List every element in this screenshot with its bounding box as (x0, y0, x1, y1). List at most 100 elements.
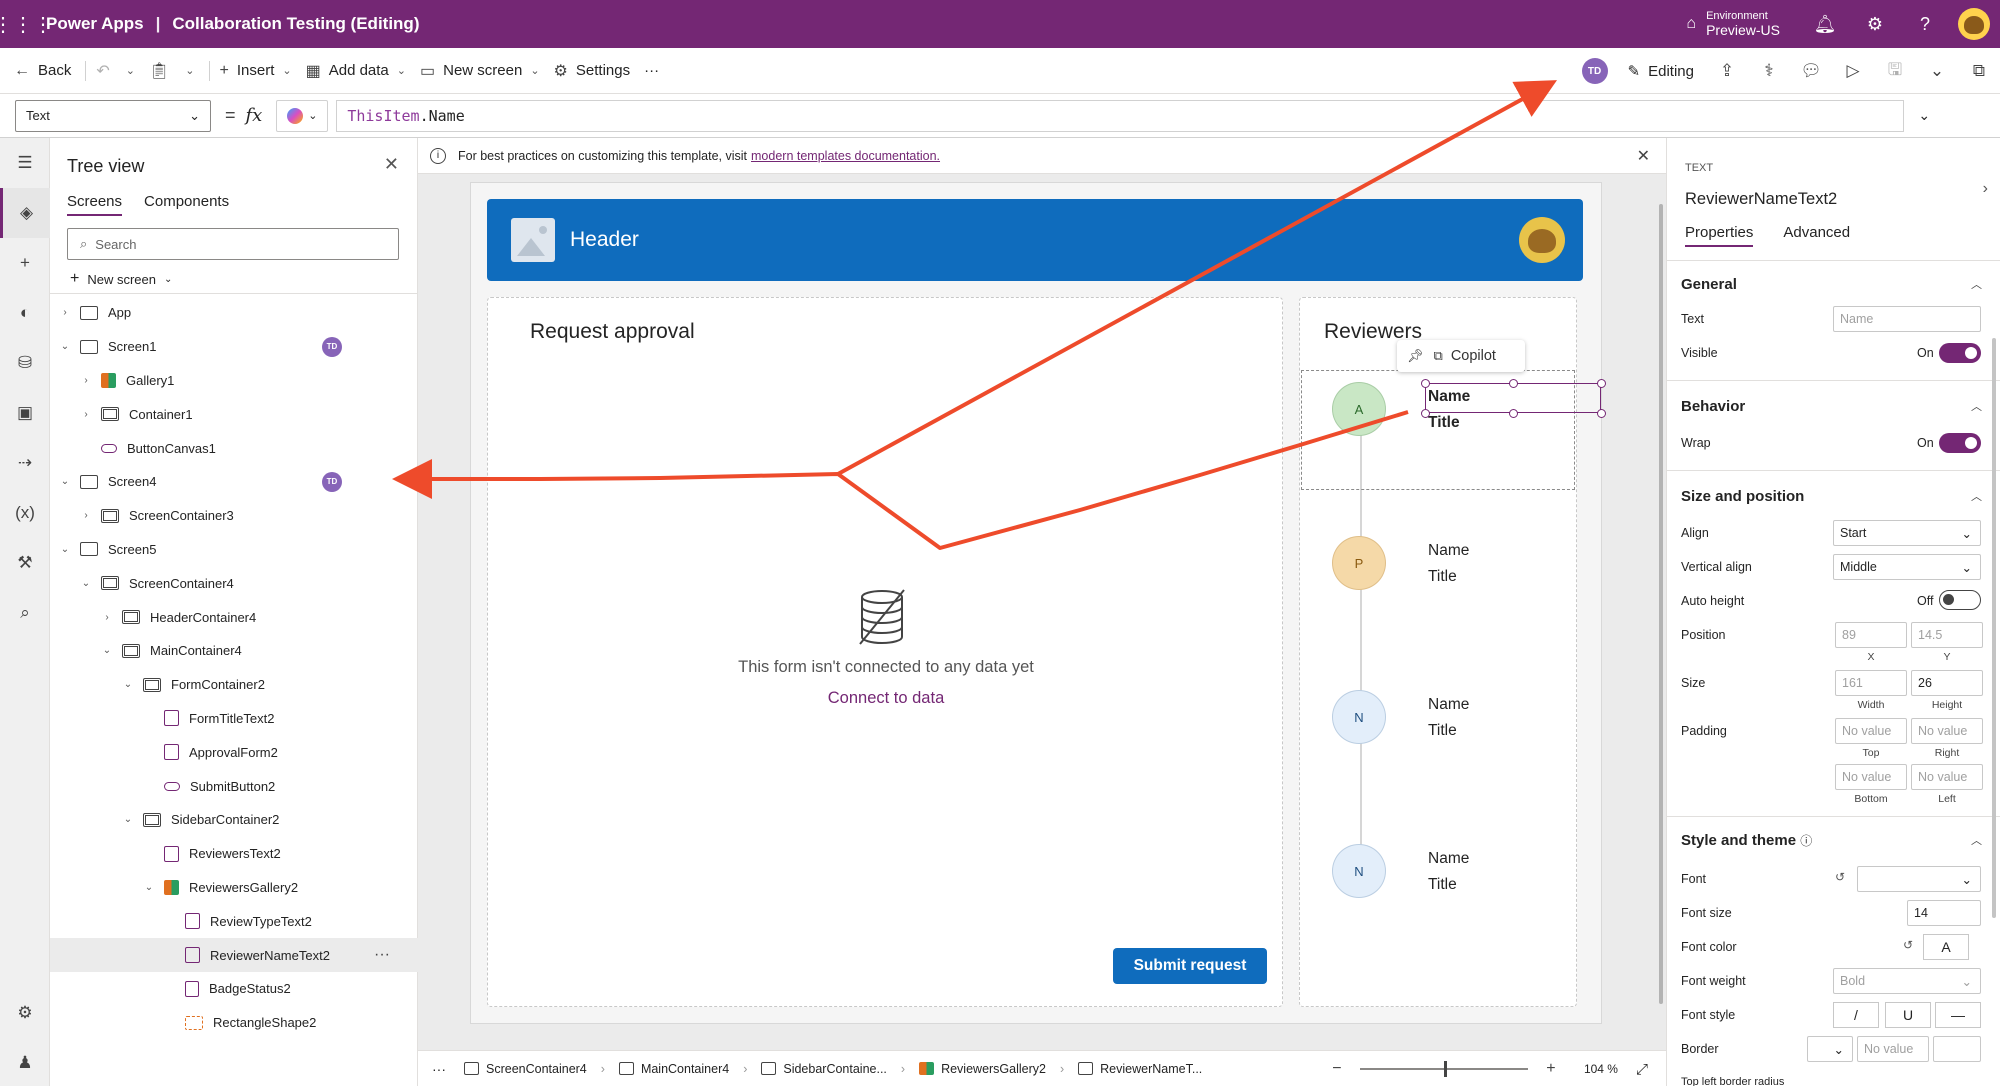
tab-screens[interactable]: Screens (67, 193, 123, 216)
settings-gear-icon[interactable]: ⚙ (1850, 14, 1900, 35)
search-icon[interactable]: ⌕ (0, 588, 50, 638)
padding-top-input[interactable]: No value (1835, 718, 1907, 744)
tree-item[interactable]: ⌄ ScreenContainer4 (50, 566, 418, 600)
chevron-down-icon[interactable]: ⌄ (121, 814, 135, 825)
border-width-input[interactable]: No value (1857, 1036, 1929, 1062)
hamburger-menu-icon[interactable]: ☰ (0, 138, 50, 188)
chevron-down-icon[interactable]: ⌄ (142, 882, 156, 893)
tree-item[interactable]: ⌄ Screen4 TD (50, 465, 418, 499)
expand-formula-icon[interactable]: ⌄ (1918, 107, 1930, 124)
properties-scrollbar[interactable] (1992, 338, 1996, 918)
tree-item[interactable]: ⌄ FormContainer2 (50, 668, 418, 702)
tree-item[interactable]: ⌄ Screen1 TD (50, 330, 418, 364)
border-color-picker[interactable] (1933, 1036, 1981, 1062)
editing-mode-button[interactable]: ✎ Editing (1628, 62, 1694, 81)
chevron-up-icon[interactable]: ︿ (1971, 276, 1982, 292)
canvas-vertical-scrollbar[interactable] (1656, 174, 1666, 1044)
resize-handle[interactable] (1421, 379, 1430, 388)
font-size-input[interactable]: 14 (1907, 900, 1981, 926)
italic-button[interactable]: / (1833, 1002, 1879, 1028)
tree-item[interactable]: RectangleShape2 (50, 1006, 418, 1040)
section-style-theme[interactable]: Style and theme ⓘ (1681, 832, 1812, 849)
back-button[interactable]: ← Back (14, 62, 71, 80)
publish-icon[interactable]: ⧉ (1958, 61, 2000, 81)
breadcrumb-item[interactable]: MainContainer4 (618, 1062, 729, 1076)
position-x-input[interactable]: 89 (1835, 622, 1907, 648)
tree-item[interactable]: › Container1 (50, 397, 418, 431)
chevron-right-icon[interactable]: › (58, 307, 72, 318)
chevron-up-icon[interactable]: ︿ (1971, 488, 1982, 504)
wrap-toggle[interactable] (1939, 433, 1981, 453)
border-style-dropdown[interactable]: ⌄ (1807, 1036, 1853, 1062)
environment-picker[interactable]: ⌂ Environment Preview-US (1686, 10, 1780, 39)
reset-icon[interactable]: ↺ (1835, 870, 1845, 884)
tree-item[interactable]: › Gallery1 (50, 364, 418, 398)
play-icon[interactable]: ▷ (1832, 61, 1874, 81)
tree-search-input[interactable]: ⌕ Search (67, 228, 399, 260)
font-weight-dropdown[interactable]: Bold ⌄ (1833, 968, 1981, 994)
connect-to-data-link[interactable]: Connect to data (488, 689, 1284, 708)
tree-item[interactable]: ReviewerNameText2 ··· (50, 938, 418, 972)
tab-properties[interactable]: Properties (1685, 224, 1754, 247)
zoom-out-icon[interactable]: − (1322, 1060, 1352, 1078)
zoom-slider-thumb[interactable] (1443, 1061, 1447, 1077)
copilot-formula-button[interactable]: ⌄ (276, 99, 329, 132)
advanced-tools-icon[interactable]: ⚒ (0, 538, 50, 588)
tab-advanced[interactable]: Advanced (1783, 224, 1850, 247)
align-dropdown[interactable]: Start ⌄ (1833, 520, 1981, 546)
tree-item[interactable]: BadgeStatus2 (50, 972, 418, 1006)
chevron-down-icon[interactable]: ⌄ (79, 578, 93, 589)
new-screen-button[interactable]: ▭ New screen ⌄ (420, 61, 540, 81)
pin-icon[interactable]: 📌︎ (1407, 348, 1424, 364)
tree-item[interactable]: ⌄ Screen5 (50, 533, 418, 567)
position-y-input[interactable]: 14.5 (1911, 622, 1983, 648)
tab-components[interactable]: Components (144, 193, 229, 216)
tree-view-layers-icon[interactable]: ◈ (0, 188, 50, 238)
chevron-up-icon[interactable]: ︿ (1971, 832, 1982, 848)
insert-plus-icon[interactable]: + (0, 238, 50, 288)
breadcrumb-item[interactable]: ReviewersGallery2 (919, 1062, 1046, 1076)
reset-icon[interactable]: ↺ (1903, 938, 1913, 952)
app-header[interactable]: Header (487, 199, 1583, 281)
reviewer-item[interactable]: P Name Title (1332, 536, 1572, 596)
visible-toggle[interactable] (1939, 343, 1981, 363)
power-automate-icon[interactable]: ⇢ (0, 438, 50, 488)
settings-button[interactable]: ⚙ Settings (554, 61, 631, 81)
breadcrumb-more[interactable]: ··· (432, 1061, 446, 1077)
reviewers-sidebar[interactable]: Reviewers A Name Title P Name Title N Na… (1299, 297, 1606, 1007)
section-behavior[interactable]: Behavior (1681, 398, 1745, 415)
tree-item[interactable]: ReviewersText2 (50, 837, 418, 871)
copilot-pill[interactable]: 📌︎ ⧉ Copilot (1397, 340, 1525, 372)
settings-gear-icon[interactable]: ⚙ (0, 988, 50, 1038)
font-dropdown[interactable]: ⌄ (1857, 866, 1981, 892)
chevron-down-icon[interactable]: ⌄ (58, 544, 72, 555)
chevron-down-icon[interactable]: ⌄ (58, 341, 72, 352)
submit-request-button[interactable]: Submit request (1113, 948, 1267, 984)
add-data-button[interactable]: ▦ Add data ⌄ (306, 61, 406, 81)
padding-right-input[interactable]: No value (1911, 718, 1983, 744)
tree-item[interactable]: ButtonCanvas1 (50, 431, 418, 465)
close-icon[interactable]: ✕ (384, 154, 399, 175)
resize-handle[interactable] (1597, 409, 1606, 418)
resize-handle[interactable] (1597, 379, 1606, 388)
width-input[interactable]: 161 (1835, 670, 1907, 696)
text-property-input[interactable]: Name (1833, 306, 1981, 332)
chevron-right-icon[interactable]: › (79, 375, 93, 386)
tree-item[interactable]: SubmitButton2 (50, 769, 418, 803)
padding-bottom-input[interactable]: No value (1835, 764, 1907, 790)
vertical-align-dropdown[interactable]: Middle ⌄ (1833, 554, 1981, 580)
save-chevron-down-icon[interactable]: ⌄ (1916, 61, 1958, 81)
info-icon[interactable]: ⓘ (1800, 834, 1812, 848)
chevron-right-icon[interactable]: › (100, 612, 114, 623)
help-icon[interactable]: ? (1900, 14, 1950, 35)
themes-palette-icon[interactable]: ◐ (0, 288, 50, 338)
property-dropdown[interactable]: Text ⌄ (15, 99, 211, 132)
media-icon[interactable]: ▣ (0, 388, 50, 438)
insert-button[interactable]: + Insert ⌄ (220, 62, 292, 80)
zoom-in-icon[interactable]: + (1536, 1060, 1566, 1078)
undo-button[interactable]: ↶ ⌄ (96, 61, 135, 81)
resize-handle[interactable] (1509, 379, 1518, 388)
variables-icon[interactable]: (x) (0, 488, 50, 538)
form-container[interactable]: Request approval This form isn't connect… (487, 297, 1283, 1007)
tree-item[interactable]: ⌄ SidebarContainer2 (50, 803, 418, 837)
